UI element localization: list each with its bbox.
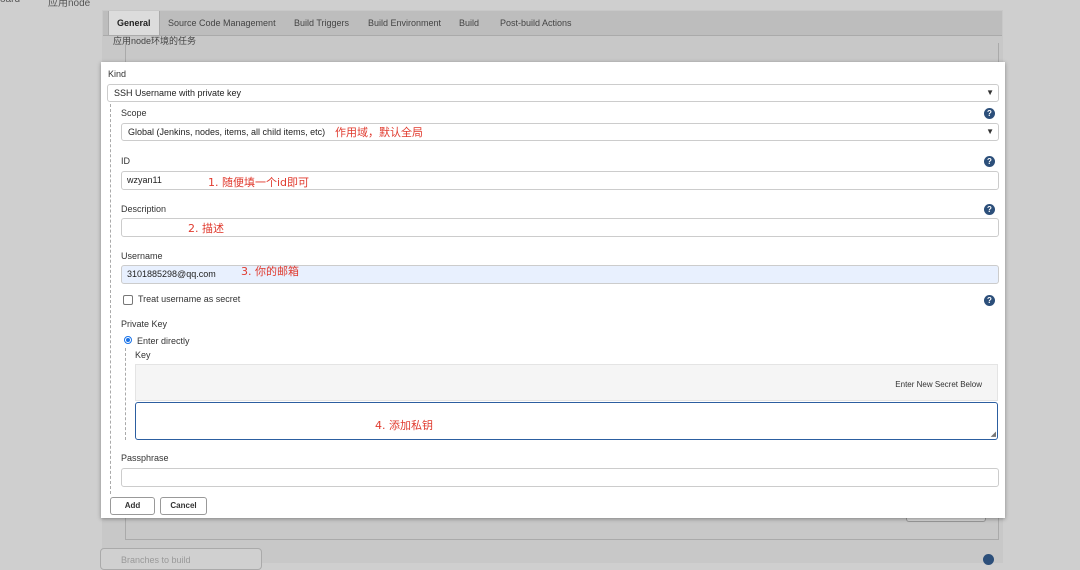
- kind-value: SSH Username with private key: [114, 88, 242, 98]
- help-icon[interactable]: ?: [984, 295, 995, 306]
- chevron-down-icon: ▼: [986, 127, 994, 136]
- treat-username-secret-label: Treat username as secret: [138, 294, 241, 304]
- breadcrumb-dashboard[interactable]: oard: [0, 0, 20, 5]
- secret-notice: Enter New Secret Below: [135, 364, 998, 401]
- key-annotation: 4. 添加私钥: [375, 419, 433, 432]
- branches-label: Branches to build: [121, 555, 191, 565]
- scope-label: Scope: [121, 108, 147, 118]
- kind-select[interactable]: SSH Username with private key ▼: [107, 84, 999, 102]
- username-label: Username: [121, 251, 163, 261]
- description-input[interactable]: [121, 218, 999, 237]
- tab-build-environment[interactable]: Build Environment: [368, 11, 441, 35]
- tab-build-triggers[interactable]: Build Triggers: [294, 11, 349, 35]
- cancel-button[interactable]: Cancel: [160, 497, 207, 515]
- description-label: Description: [121, 204, 167, 214]
- id-annotation: 1. 随便填一个id即可: [208, 176, 310, 189]
- username-annotation: 3. 你的邮箱: [241, 265, 299, 278]
- enter-directly-label: Enter directly: [137, 336, 190, 346]
- scope-annotation: 作用域，默认全局: [335, 126, 423, 139]
- add-button[interactable]: Add: [110, 497, 155, 515]
- tab-general[interactable]: General: [108, 11, 160, 35]
- add-credentials-dialog: Kind SSH Username with private key ▼ Sco…: [101, 62, 1005, 518]
- config-tabs: General Source Code Management Build Tri…: [103, 11, 1002, 36]
- help-icon[interactable]: ?: [984, 108, 995, 119]
- tab-source-code-management[interactable]: Source Code Management: [168, 11, 276, 35]
- description-annotation: 2. 描述: [188, 222, 224, 235]
- private-key-indent: [125, 348, 126, 440]
- private-key-label: Private Key: [121, 319, 168, 329]
- tab-build[interactable]: Build: [459, 11, 479, 35]
- id-label: ID: [121, 156, 130, 166]
- scope-select[interactable]: Global (Jenkins, nodes, items, all child…: [121, 123, 999, 141]
- key-label: Key: [135, 350, 151, 360]
- passphrase-input[interactable]: [121, 468, 999, 487]
- private-key-textarea[interactable]: ◢: [135, 402, 998, 440]
- chevron-down-icon: ▼: [986, 88, 994, 97]
- resize-grip-icon[interactable]: ◢: [991, 430, 996, 438]
- enter-directly-radio[interactable]: [124, 336, 132, 344]
- kind-label: Kind: [108, 69, 127, 79]
- treat-username-secret-checkbox[interactable]: [123, 295, 133, 305]
- lower-section-box: [125, 517, 999, 540]
- branches-section: Branches to build: [100, 548, 262, 570]
- help-icon: [983, 554, 994, 565]
- scope-value: Global (Jenkins, nodes, items, all child…: [128, 127, 326, 137]
- help-icon[interactable]: ?: [984, 156, 995, 167]
- enter-new-secret-text: Enter New Secret Below: [895, 380, 982, 389]
- kind-section-indent: [110, 104, 111, 494]
- passphrase-label: Passphrase: [121, 453, 169, 463]
- breadcrumb-job[interactable]: 应用node: [48, 0, 90, 9]
- tab-post-build-actions[interactable]: Post-build Actions: [500, 11, 572, 35]
- help-icon[interactable]: ?: [984, 204, 995, 215]
